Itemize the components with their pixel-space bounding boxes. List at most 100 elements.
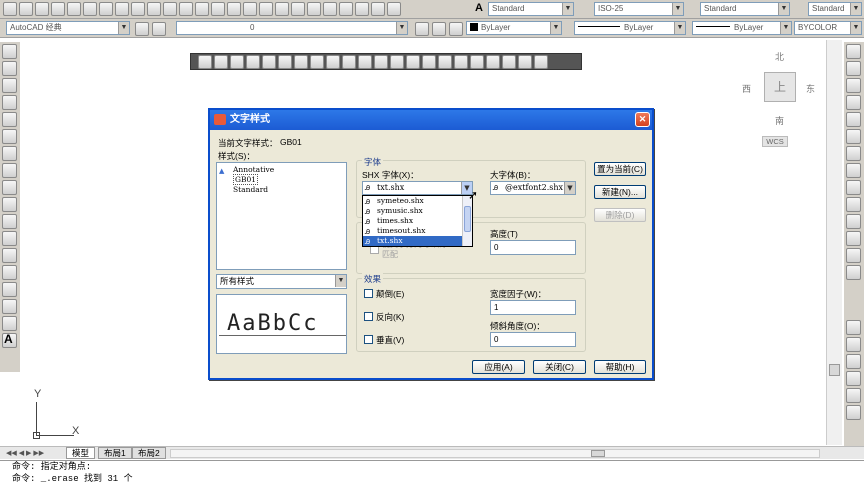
polygon-icon[interactable] xyxy=(2,95,17,110)
lineweight-combo[interactable]: ByLayer ▼ xyxy=(692,21,792,35)
undo-icon[interactable] xyxy=(195,2,209,16)
cut-icon[interactable] xyxy=(115,2,129,16)
dropdown-scroll-thumb[interactable] xyxy=(464,206,471,232)
viewcube-west[interactable]: 西 xyxy=(742,82,751,95)
plotstyle-combo[interactable]: BYCOLOR ▼ xyxy=(794,21,862,35)
font-list-item[interactable]: Ꭿsymeteo.shx xyxy=(363,196,472,206)
extrude-icon[interactable] xyxy=(342,55,356,69)
styles-list[interactable]: ▲ Annotative GB01 Standard xyxy=(216,162,347,270)
backwards-checkbox[interactable] xyxy=(364,312,373,321)
explode-icon[interactable] xyxy=(846,337,861,352)
help-icon[interactable] xyxy=(387,2,401,16)
join-icon[interactable] xyxy=(846,248,861,263)
zoom-window-icon[interactable] xyxy=(259,2,273,16)
apply-button[interactable]: 应用(A) xyxy=(472,360,525,374)
revolve-icon[interactable] xyxy=(390,55,404,69)
style-item-standard[interactable]: Standard xyxy=(217,185,346,195)
tab-layout2[interactable]: 布局2 xyxy=(132,447,166,459)
dialog-titlebar[interactable]: 文字样式 ✕ xyxy=(210,110,652,130)
set-current-button[interactable]: 置为当前(C) xyxy=(594,162,646,176)
delete-style-button[interactable]: 删除(D) xyxy=(594,208,646,222)
font-list-item[interactable]: Ꭿtimes.shx xyxy=(363,216,472,226)
trim-icon[interactable] xyxy=(846,197,861,212)
spline-icon[interactable] xyxy=(2,180,17,195)
font-list-item[interactable]: Ꭿtimesout.shx xyxy=(363,226,472,236)
union-icon[interactable] xyxy=(422,55,436,69)
workspace-settings-icon[interactable] xyxy=(135,22,149,36)
rectangle-icon[interactable] xyxy=(2,112,17,127)
close-icon[interactable]: ✕ xyxy=(635,112,650,127)
presspull-icon[interactable] xyxy=(358,55,372,69)
stretch-icon[interactable] xyxy=(846,180,861,195)
extend-icon[interactable] xyxy=(846,214,861,229)
save-icon[interactable] xyxy=(35,2,49,16)
point-icon[interactable] xyxy=(2,265,17,280)
polysolid-icon[interactable] xyxy=(198,55,212,69)
vertical-checkbox[interactable] xyxy=(364,335,373,344)
hatch-icon[interactable] xyxy=(2,282,17,297)
planar-surface-icon[interactable] xyxy=(326,55,340,69)
make-current-icon[interactable] xyxy=(449,22,463,36)
break-icon[interactable] xyxy=(846,231,861,246)
big-font-combo[interactable]: Ꭿ @extfont2.shx ▼ xyxy=(490,181,576,195)
region-icon[interactable] xyxy=(2,316,17,331)
sweep-icon[interactable] xyxy=(374,55,388,69)
box-icon[interactable] xyxy=(214,55,228,69)
wedge-icon[interactable] xyxy=(230,55,244,69)
construction-line-icon[interactable] xyxy=(2,61,17,76)
line-icon[interactable] xyxy=(2,44,17,59)
dropdown-scrollbar[interactable] xyxy=(462,196,472,246)
vertical-scrollbar[interactable] xyxy=(826,40,842,445)
polyline-icon[interactable] xyxy=(2,78,17,93)
viewcube-top-face[interactable]: 上 xyxy=(764,72,796,102)
properties-icon[interactable] xyxy=(291,2,305,16)
oblique-angle-input[interactable]: 0 xyxy=(490,332,576,347)
font-list-item-selected[interactable]: Ꭿtxt.shx xyxy=(363,236,472,246)
design-center-icon[interactable] xyxy=(307,2,321,16)
match-properties-icon[interactable] xyxy=(163,2,177,16)
redo-icon[interactable] xyxy=(211,2,225,16)
upside-down-checkbox[interactable] xyxy=(364,289,373,298)
3d-move-icon[interactable] xyxy=(470,55,484,69)
multileader-style-combo[interactable]: Standard ▼ xyxy=(808,2,862,16)
command-window[interactable]: 命令: 指定对角点: 命令: _.erase 找到 31 个 xyxy=(0,460,864,486)
height-input[interactable]: 0 xyxy=(490,240,576,255)
chamfer-icon[interactable] xyxy=(846,265,861,280)
paste-icon[interactable] xyxy=(147,2,161,16)
erase-icon[interactable] xyxy=(846,44,861,59)
style-item-gb01[interactable]: GB01 xyxy=(217,174,346,185)
viewcube-south[interactable]: 南 xyxy=(775,114,784,127)
text-style-combo[interactable]: Standard ▼ xyxy=(488,2,574,16)
arc-icon[interactable] xyxy=(2,129,17,144)
3d-array-icon[interactable] xyxy=(518,55,532,69)
make-block-icon[interactable] xyxy=(2,248,17,263)
3d-rotate-icon[interactable] xyxy=(486,55,500,69)
help-button[interactable]: 帮助(H) xyxy=(594,360,646,374)
circle-icon[interactable] xyxy=(2,146,17,161)
3d-publish-icon[interactable] xyxy=(99,2,113,16)
gradient-icon[interactable] xyxy=(2,299,17,314)
multiline-text-icon[interactable]: A xyxy=(4,332,13,346)
close-button[interactable]: 关闭(C) xyxy=(533,360,586,374)
zoom-previous-icon[interactable] xyxy=(275,2,289,16)
layer-combo[interactable]: 0 ▼ xyxy=(176,21,408,35)
linetype-combo[interactable]: ByLayer ▼ xyxy=(574,21,686,35)
move-icon[interactable] xyxy=(846,129,861,144)
pan-icon[interactable] xyxy=(227,2,241,16)
sheet-set-icon[interactable] xyxy=(339,2,353,16)
bring-to-front-icon[interactable] xyxy=(846,354,861,369)
dim-style-combo[interactable]: ISO-25 ▼ xyxy=(594,2,684,16)
horizontal-scrollbar[interactable] xyxy=(170,449,820,458)
subtract-icon[interactable] xyxy=(438,55,452,69)
array-icon[interactable] xyxy=(846,112,861,127)
layer-state-icon[interactable] xyxy=(432,22,446,36)
publish-icon[interactable] xyxy=(83,2,97,16)
torus-icon[interactable] xyxy=(294,55,308,69)
viewcube-east[interactable]: 东 xyxy=(806,82,815,95)
3d-align-icon[interactable] xyxy=(502,55,516,69)
section-icon[interactable] xyxy=(534,55,548,69)
copy-object-icon[interactable] xyxy=(846,61,861,76)
table-style-combo[interactable]: Standard ▼ xyxy=(700,2,790,16)
rotate-icon[interactable] xyxy=(846,146,861,161)
cylinder-icon[interactable] xyxy=(278,55,292,69)
